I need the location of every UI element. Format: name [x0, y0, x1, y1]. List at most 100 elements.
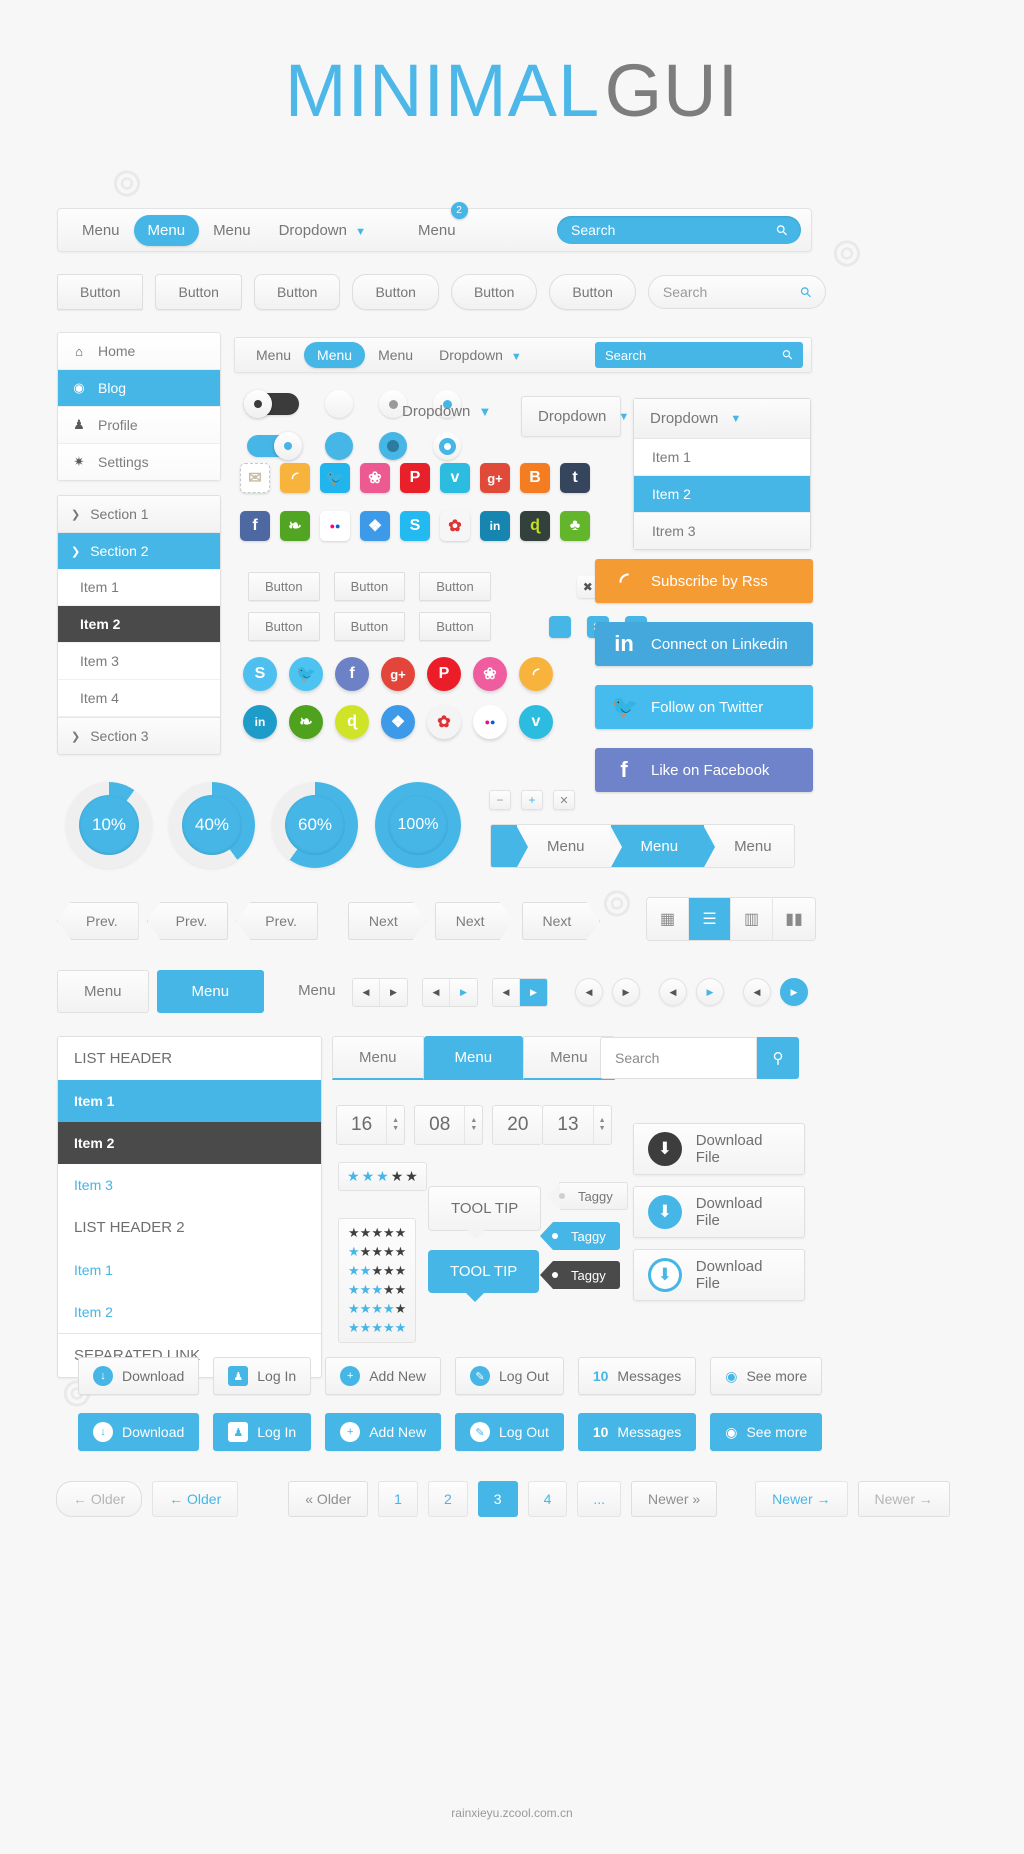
breadcrumb-home[interactable] — [491, 825, 528, 867]
pinterest-icon[interactable]: P — [400, 463, 430, 493]
older-button-1[interactable]: ← Older — [56, 1481, 143, 1517]
small-button-6[interactable]: Button — [419, 612, 491, 641]
stepper-arrows[interactable]: ▲ ▼ — [386, 1106, 404, 1144]
rss-icon[interactable]: ◜ — [280, 463, 310, 493]
stepper-arrows[interactable]: ▲ ▼ — [464, 1106, 482, 1144]
skype-icon[interactable]: S — [400, 511, 430, 541]
messages-action-button-active[interactable]: 10 Messages — [577, 1413, 697, 1451]
radio-ring-blue[interactable] — [433, 432, 461, 460]
subscribe-rss-button[interactable]: ◜ Subscribe by Rss — [595, 559, 813, 603]
tab-2[interactable]: Menu — [156, 970, 265, 1013]
skype-icon[interactable]: S — [243, 657, 277, 691]
square-icon[interactable] — [548, 615, 571, 638]
follow-twitter-button[interactable]: 🐦 Follow on Twitter — [595, 685, 813, 729]
small-button-3[interactable]: Button — [419, 572, 491, 601]
next-arrow-icon[interactable]: ▶ — [450, 979, 477, 1006]
download-button-outline[interactable]: ⬇ Download File — [633, 1249, 805, 1301]
list-item-1[interactable]: Item 1 — [58, 1080, 321, 1122]
plus-icon[interactable]: + — [521, 790, 543, 810]
next-button-1[interactable]: Next — [348, 902, 427, 940]
spinner-2[interactable]: 08 ▲ ▼ — [414, 1105, 484, 1145]
breadcrumb-item-3[interactable]: Menu — [704, 825, 794, 867]
twitter-icon[interactable]: 🐦 — [289, 657, 323, 691]
spinner-1[interactable]: 16 ▲ ▼ — [336, 1105, 406, 1145]
small-button-2[interactable]: Button — [333, 572, 406, 601]
prev-arrow-icon[interactable]: ◀ — [575, 978, 603, 1006]
star-row-5[interactable]: ★★★★★ — [348, 1320, 406, 1336]
dropdown-boxed[interactable]: Dropdown ▼ — [521, 396, 629, 437]
star-row-4[interactable]: ★★★★★ — [348, 1301, 406, 1317]
mail-icon[interactable]: ✉ — [240, 463, 270, 493]
older-button-3[interactable]: « Older — [288, 1481, 369, 1517]
accordion-section-1[interactable]: ❯ Section 1 — [58, 496, 220, 533]
minus-icon[interactable]: − — [489, 790, 511, 810]
vimeo-icon[interactable]: v — [440, 463, 470, 493]
linkedin-icon[interactable]: in — [243, 705, 277, 739]
twitter-icon[interactable]: 🐦 — [320, 463, 350, 493]
search-input-light[interactable]: Search ⚲ — [647, 275, 826, 309]
column-view-icon[interactable]: ▥ — [731, 898, 773, 940]
facebook-icon[interactable]: f — [335, 657, 369, 691]
accordion-section-2[interactable]: ❯ Section 2 — [58, 533, 220, 569]
blogger-icon[interactable]: B — [520, 463, 550, 493]
dropdown-option-1[interactable]: Item 1 — [634, 439, 810, 476]
accordion-item-4[interactable]: Item 4 — [58, 680, 220, 717]
download-action-button-active[interactable]: ↓ Download — [78, 1413, 200, 1451]
googleplus-icon[interactable]: g+ — [381, 657, 415, 691]
tab-1[interactable]: Menu — [57, 970, 149, 1013]
deviantart-icon[interactable]: ɖ — [335, 705, 369, 739]
small-button-4[interactable]: Button — [248, 612, 320, 641]
deviantart-icon[interactable]: ɖ — [520, 511, 550, 541]
picasa-icon[interactable]: ✿ — [440, 511, 470, 541]
logout-action-button-active[interactable]: ✎ Log Out — [455, 1413, 564, 1451]
newer-disabled-button[interactable]: Newer → — [857, 1481, 950, 1517]
page-button-3-current[interactable]: 3 — [477, 1481, 518, 1517]
newer-button[interactable]: Newer » — [631, 1481, 718, 1517]
nav-item-dropdown[interactable]: Dropdown ▼ — [265, 215, 380, 246]
next-arrow-icon[interactable]: ▶ — [612, 978, 640, 1006]
login-action-button[interactable]: ♟ Log In — [213, 1357, 312, 1395]
newer-link-button[interactable]: Newer → — [755, 1481, 848, 1517]
nav-item-menu-1[interactable]: Menu — [68, 215, 134, 246]
radio-filled-blue[interactable] — [325, 432, 353, 460]
tag-light[interactable]: Taggy — [547, 1182, 628, 1211]
tag-dark[interactable]: Taggy — [540, 1261, 620, 1289]
next-arrow-icon[interactable]: ▶ — [380, 979, 407, 1006]
gallery-view-icon[interactable]: ▮▮ — [773, 898, 815, 940]
button-square[interactable]: Button — [57, 274, 144, 310]
connect-linkedin-button[interactable]: in Connect on Linkedin — [595, 622, 813, 666]
panel-tab-2[interactable]: Menu — [423, 1036, 524, 1080]
seemore-action-button[interactable]: ◉ See more — [710, 1357, 823, 1395]
search-input-panel[interactable]: Search — [600, 1037, 757, 1079]
accordion-item-2[interactable]: Item 2 — [58, 606, 220, 643]
search-icon[interactable]: ⚲ — [779, 346, 797, 364]
login-action-button-active[interactable]: ♟ Log In — [213, 1413, 312, 1451]
prev-arrow-icon[interactable]: ◀ — [659, 978, 687, 1006]
radio-filled-dark-dot[interactable] — [379, 432, 407, 460]
list-item-3[interactable]: Item 3 — [58, 1164, 321, 1206]
button-pill-2[interactable]: Button — [549, 274, 636, 310]
list-item-2[interactable]: Item 2 — [58, 1122, 321, 1164]
button-rounded-lg[interactable]: Button — [352, 274, 439, 310]
download-button-blue[interactable]: ⬇ Download File — [633, 1186, 805, 1238]
addnew-action-button[interactable]: + Add New — [325, 1357, 442, 1395]
dropbox-icon[interactable]: ❖ — [360, 511, 390, 541]
logout-action-button[interactable]: ✎ Log Out — [455, 1357, 564, 1395]
sidebar-item-home[interactable]: ⌂ Home — [58, 333, 220, 370]
dribbble-icon[interactable]: ❀ — [360, 463, 390, 493]
search-input-secondary[interactable]: Search ⚲ — [595, 342, 803, 368]
star-row-3[interactable]: ★★★★★ — [348, 1282, 406, 1298]
like-facebook-button[interactable]: f Like on Facebook — [595, 748, 813, 792]
spinner-3[interactable]: 20 — [492, 1105, 543, 1145]
button-rounded-md[interactable]: Button — [253, 274, 341, 310]
toggle-switch-off[interactable] — [244, 390, 299, 418]
prev-button-2[interactable]: Prev. — [146, 902, 229, 940]
toggle-switch-on[interactable] — [247, 432, 302, 460]
facebook-icon[interactable]: f — [240, 511, 270, 541]
prev-arrow-icon[interactable]: ◀ — [353, 979, 380, 1006]
page-button-2[interactable]: 2 — [427, 1481, 468, 1517]
search-icon[interactable]: ⚲ — [772, 220, 791, 239]
list-item-4[interactable]: Item 1 — [58, 1249, 321, 1291]
small-button-1[interactable]: Button — [248, 572, 320, 601]
dropdown-open-header[interactable]: Dropdown ▼ — [634, 399, 810, 439]
